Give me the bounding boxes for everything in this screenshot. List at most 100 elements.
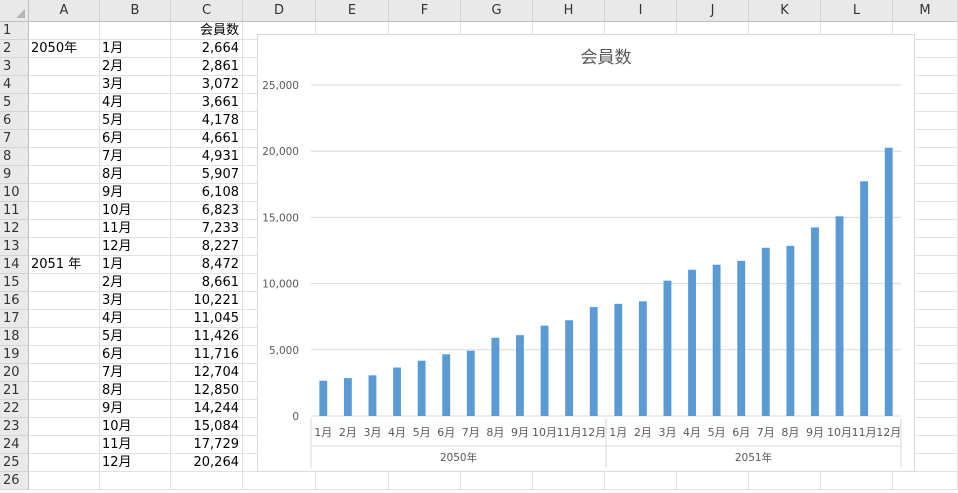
cell-members[interactable]: 11,716 [171,346,243,364]
cell-year[interactable] [29,148,100,166]
cell-year[interactable]: 2051 年 [29,256,100,274]
row-header[interactable]: 5 [0,94,29,112]
cell-members[interactable]: 7,233 [171,220,243,238]
cell-year[interactable] [29,238,100,256]
row-header[interactable]: 13 [0,238,29,256]
row-header[interactable]: 24 [0,436,29,454]
cell-members[interactable]: 2,664 [171,40,243,58]
cell-members[interactable]: 20,264 [171,454,243,472]
cell-year[interactable] [29,292,100,310]
cell-empty[interactable] [389,472,461,490]
row-header[interactable]: 21 [0,382,29,400]
cell-year[interactable] [29,472,100,490]
cell-members[interactable]: 4,931 [171,148,243,166]
row-header[interactable]: 19 [0,346,29,364]
cell-year[interactable] [29,22,100,40]
column-header-d[interactable]: D [243,0,316,22]
cell-members[interactable]: 8,227 [171,238,243,256]
column-header-b[interactable]: B [100,0,171,22]
cell-empty[interactable] [461,472,533,490]
cell-month[interactable]: 9月 [100,184,171,202]
cell-empty[interactable] [243,472,316,490]
row-header[interactable]: 4 [0,76,29,94]
cell-month[interactable]: 11月 [100,220,171,238]
cell-month[interactable]: 2月 [100,274,171,292]
column-header-g[interactable]: G [461,0,533,22]
cell-year[interactable] [29,166,100,184]
row-header[interactable]: 17 [0,310,29,328]
cell-month[interactable]: 12月 [100,238,171,256]
cell-empty[interactable] [749,472,821,490]
bar-chart[interactable]: 会員数 0 5,000 10,000 15,000 20,000 25,000 1月 2月 3月 4… [257,34,915,472]
cell-month[interactable]: 12月 [100,454,171,472]
cell-members[interactable]: 12,704 [171,364,243,382]
cell-members[interactable]: 10,221 [171,292,243,310]
cell-members[interactable]: 4,661 [171,130,243,148]
cell-year[interactable] [29,328,100,346]
select-all-corner[interactable] [0,0,29,22]
cell-month[interactable]: 9月 [100,400,171,418]
cell-month[interactable]: 3月 [100,292,171,310]
cell-year[interactable] [29,310,100,328]
cell-empty[interactable] [821,472,893,490]
column-header-e[interactable]: E [316,0,389,22]
row-header[interactable]: 11 [0,202,29,220]
row-header[interactable]: 7 [0,130,29,148]
cell-month[interactable]: 6月 [100,130,171,148]
cell-year[interactable] [29,202,100,220]
cell-month[interactable]: 5月 [100,112,171,130]
row-header[interactable]: 12 [0,220,29,238]
row-header[interactable]: 8 [0,148,29,166]
cell-members[interactable]: 3,661 [171,94,243,112]
cell-year[interactable] [29,346,100,364]
cell-month[interactable]: 10月 [100,202,171,220]
column-header-m[interactable]: M [893,0,958,22]
row-header[interactable]: 22 [0,400,29,418]
column-header-h[interactable]: H [533,0,605,22]
cell-year[interactable] [29,94,100,112]
column-header-k[interactable]: K [749,0,821,22]
cell-month[interactable]: 2月 [100,58,171,76]
cell-members[interactable]: 会員数 [171,22,243,40]
row-header[interactable]: 6 [0,112,29,130]
cell-year[interactable] [29,454,100,472]
row-header[interactable]: 25 [0,454,29,472]
cell-members[interactable]: 11,045 [171,310,243,328]
row-header[interactable]: 14 [0,256,29,274]
cell-members[interactable]: 8,661 [171,274,243,292]
cell-members[interactable]: 8,472 [171,256,243,274]
cell-members[interactable]: 6,108 [171,184,243,202]
cell-month[interactable]: 1月 [100,256,171,274]
cell-year[interactable] [29,382,100,400]
column-header-f[interactable]: F [389,0,461,22]
row-header[interactable]: 9 [0,166,29,184]
cell-month[interactable]: 4月 [100,310,171,328]
row-header[interactable]: 2 [0,40,29,58]
cell-members[interactable]: 6,823 [171,202,243,220]
row-header[interactable]: 23 [0,418,29,436]
cell-members[interactable]: 2,861 [171,58,243,76]
cell-month[interactable]: 4月 [100,94,171,112]
row-header[interactable]: 1 [0,22,29,40]
row-header[interactable]: 20 [0,364,29,382]
cell-members[interactable]: 5,907 [171,166,243,184]
cell-members[interactable]: 11,426 [171,328,243,346]
column-header-l[interactable]: L [821,0,893,22]
row-header[interactable]: 18 [0,328,29,346]
cell-members[interactable] [171,472,243,490]
row-header[interactable]: 10 [0,184,29,202]
cell-year[interactable] [29,76,100,94]
column-header-a[interactable]: A [29,0,100,22]
row-header[interactable]: 16 [0,292,29,310]
cell-empty[interactable] [533,472,605,490]
cell-empty[interactable] [677,472,749,490]
cell-year[interactable] [29,274,100,292]
row-header[interactable]: 3 [0,58,29,76]
cell-year[interactable] [29,58,100,76]
cell-year[interactable] [29,130,100,148]
cell-members[interactable]: 3,072 [171,76,243,94]
cell-members[interactable]: 17,729 [171,436,243,454]
cell-year[interactable] [29,364,100,382]
cell-month[interactable] [100,22,171,40]
cell-year[interactable] [29,418,100,436]
